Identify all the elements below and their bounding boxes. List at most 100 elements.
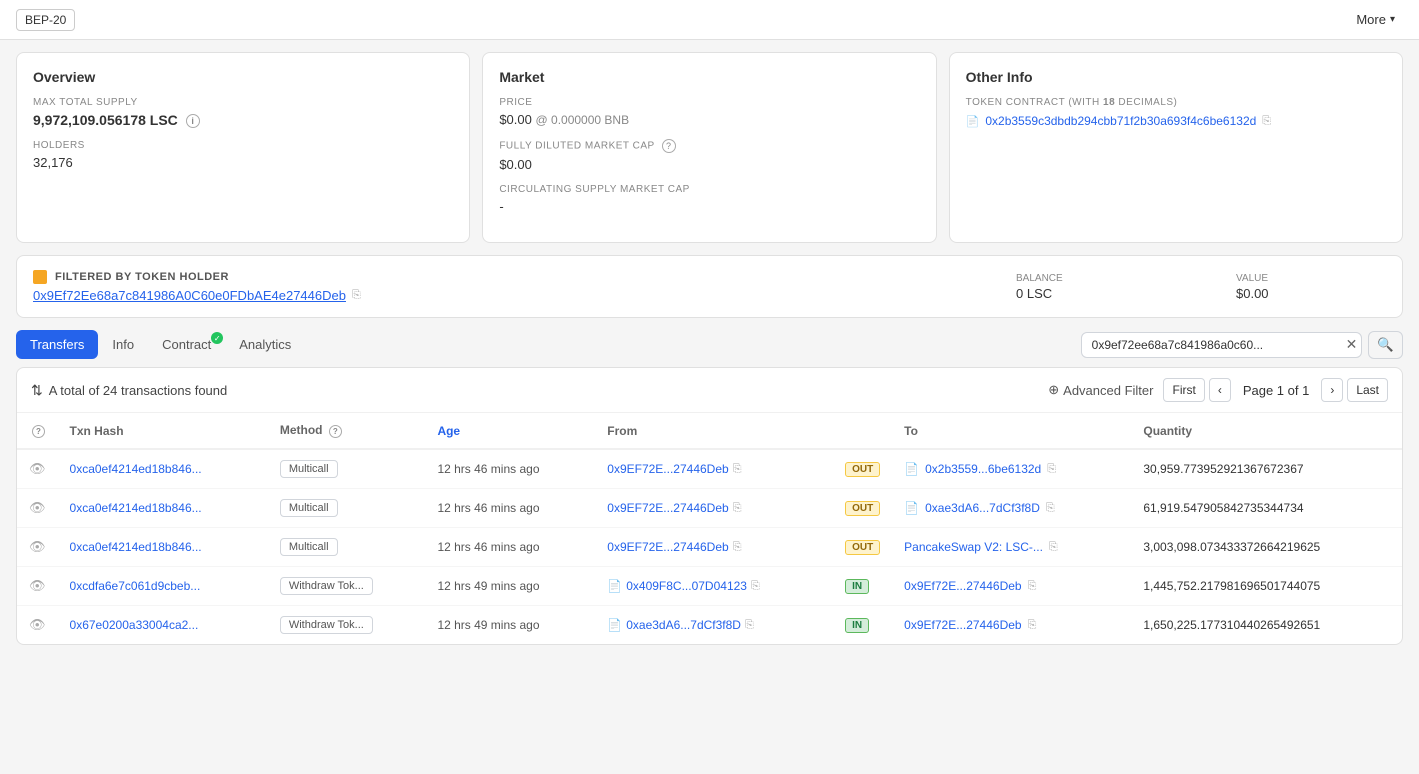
holders-label: HOLDERS xyxy=(33,140,453,151)
value-section: VALUE $0.00 xyxy=(1236,273,1386,301)
to-address-link[interactable]: 0x9Ef72E...27446Deb xyxy=(904,579,1021,593)
other-info-title: Other Info xyxy=(966,69,1386,85)
age-text: 12 hrs 46 mins ago xyxy=(437,540,539,554)
cards-row: Overview MAX TOTAL SUPPLY 9,972,109.0561… xyxy=(0,40,1419,255)
market-card: Market PRICE $0.00 @ 0.000000 BNB FULLY … xyxy=(482,52,936,243)
first-page-button[interactable]: First xyxy=(1163,378,1204,402)
clear-filter-button[interactable]: ✕ xyxy=(1342,336,1362,353)
filter-bar: FILTERED BY TOKEN HOLDER 0x9Ef72Ee68a7c8… xyxy=(16,255,1403,318)
from-copy-icon[interactable]: ⎘ xyxy=(745,619,754,632)
txn-hash-link[interactable]: 0xca0ef4214ed18b846... xyxy=(70,462,202,476)
search-button[interactable]: 🔍 xyxy=(1368,331,1403,359)
filter-label: FILTERED BY TOKEN HOLDER xyxy=(55,271,229,283)
prev-page-button[interactable]: ‹ xyxy=(1209,378,1231,402)
info-icon[interactable]: i xyxy=(186,114,200,128)
from-cell: 0x9EF72E...27446Deb ⎘ xyxy=(607,462,821,476)
more-button[interactable]: More ▾ xyxy=(1348,8,1403,31)
table-row: 👁 0xca0ef4214ed18b846... Multicall 12 hr… xyxy=(17,489,1402,528)
pagination: First ‹ Page 1 of 1 › Last xyxy=(1163,378,1388,402)
row-eye-icon[interactable]: 👁 xyxy=(29,578,46,593)
copy-icon[interactable]: ⎘ xyxy=(1262,115,1271,128)
row-eye-icon[interactable]: 👁 xyxy=(29,617,46,632)
to-copy-icon[interactable]: ⎘ xyxy=(1049,541,1058,554)
from-copy-icon[interactable]: ⎘ xyxy=(733,541,742,554)
from-copy-icon[interactable]: ⎘ xyxy=(733,463,742,476)
csmc-value: - xyxy=(499,199,919,214)
from-address-link[interactable]: 0x9EF72E...27446Deb xyxy=(607,540,728,554)
txn-hash-link[interactable]: 0xcdfa6e7c061d9cbeb... xyxy=(70,579,201,593)
filter-address-link[interactable]: 0x9Ef72Ee68a7c841986A0C60e0FDbAE4e27446D… xyxy=(33,288,346,303)
max-supply-label: MAX TOTAL SUPPLY xyxy=(33,97,453,108)
from-address-link[interactable]: 0x9EF72E...27446Deb xyxy=(607,462,728,476)
txn-hash-link[interactable]: 0xca0ef4214ed18b846... xyxy=(70,501,202,515)
row-eye-icon[interactable]: 👁 xyxy=(29,500,46,515)
direction-badge: OUT xyxy=(845,540,880,555)
from-copy-icon[interactable]: ⎘ xyxy=(733,502,742,515)
table-row: 👁 0xca0ef4214ed18b846... Multicall 12 hr… xyxy=(17,528,1402,567)
top-bar: BEP-20 More ▾ xyxy=(0,0,1419,40)
to-copy-icon[interactable]: ⎘ xyxy=(1047,463,1056,476)
balance-section: BALANCE 0 LSC xyxy=(1016,273,1216,301)
from-cell: 📄 0xae3dA6...7dCf3f8D ⎘ xyxy=(607,618,821,632)
row-eye-icon[interactable]: 👁 xyxy=(29,539,46,554)
transactions-table: ? Txn Hash Method ? Age From To xyxy=(17,413,1402,644)
quantity-value: 61,919.547905842735344734 xyxy=(1143,501,1303,515)
from-cell: 0x9EF72E...27446Deb ⎘ xyxy=(607,501,821,515)
page-info: Page 1 of 1 xyxy=(1235,379,1318,402)
max-supply-value: 9,972,109.056178 LSC i xyxy=(33,112,453,128)
market-title: Market xyxy=(499,69,919,85)
to-address-link[interactable]: PancakeSwap V2: LSC-... xyxy=(904,540,1043,554)
from-copy-icon[interactable]: ⎘ xyxy=(751,580,760,593)
csmc-label: CIRCULATING SUPPLY MARKET CAP xyxy=(499,184,919,195)
col-from: From xyxy=(595,413,833,449)
table-header-row: ⇅ A total of 24 transactions found ⊕ Adv… xyxy=(17,368,1402,413)
txn-hash-link[interactable]: 0xca0ef4214ed18b846... xyxy=(70,540,202,554)
from-address-link[interactable]: 0x9EF72E...27446Deb xyxy=(607,501,728,515)
age-text: 12 hrs 46 mins ago xyxy=(437,462,539,476)
tab-info[interactable]: Info xyxy=(98,330,148,359)
next-page-button[interactable]: › xyxy=(1321,378,1343,402)
price-value: $0.00 @ 0.000000 BNB xyxy=(499,112,919,127)
contract-address-link[interactable]: 0x2b3559c3dbdb294cbb71f2b30a693f4c6be613… xyxy=(985,114,1256,128)
chevron-down-icon: ▾ xyxy=(1390,14,1395,25)
to-copy-icon[interactable]: ⎘ xyxy=(1046,502,1055,515)
fdmc-help-icon[interactable]: ? xyxy=(662,139,676,153)
tab-contract[interactable]: Contract ✓ xyxy=(148,330,225,359)
method-badge: Withdraw Tok... xyxy=(280,616,373,634)
to-copy-icon[interactable]: ⎘ xyxy=(1028,580,1037,593)
overview-title: Overview xyxy=(33,69,453,85)
tab-transfers[interactable]: Transfers xyxy=(16,330,98,359)
last-page-button[interactable]: Last xyxy=(1347,378,1388,402)
filter-funnel-icon: ⊕ xyxy=(1048,382,1059,398)
direction-badge: IN xyxy=(845,579,869,594)
method-badge: Multicall xyxy=(280,460,338,478)
to-cell: 0x9Ef72E...27446Deb ⎘ xyxy=(904,618,1119,632)
from-address-link[interactable]: 0x409F8C...07D04123 xyxy=(626,579,747,593)
to-copy-icon[interactable]: ⎘ xyxy=(1028,619,1037,632)
table-row: 👁 0xcdfa6e7c061d9cbeb... Withdraw Tok...… xyxy=(17,567,1402,606)
to-cell: 📄 0xae3dA6...7dCf3f8D ⎘ xyxy=(904,501,1119,515)
txn-hash-link[interactable]: 0x67e0200a33004ca2... xyxy=(70,618,199,632)
help-icon[interactable]: ? xyxy=(32,425,45,438)
tab-analytics[interactable]: Analytics xyxy=(225,330,305,359)
method-help-icon[interactable]: ? xyxy=(329,425,342,438)
table-container: ⇅ A total of 24 transactions found ⊕ Adv… xyxy=(16,367,1403,645)
filter-copy-icon[interactable]: ⎘ xyxy=(352,289,361,302)
to-address-link[interactable]: 0x9Ef72E...27446Deb xyxy=(904,618,1021,632)
to-address-link[interactable]: 0xae3dA6...7dCf3f8D xyxy=(925,501,1040,515)
col-quantity: Quantity xyxy=(1131,413,1402,449)
advanced-filter-button[interactable]: ⊕ Advanced Filter xyxy=(1048,382,1153,398)
tabs-row: Transfers Info Contract ✓ Analytics ✕ 🔍 xyxy=(0,330,1419,367)
from-cell: 0x9EF72E...27446Deb ⎘ xyxy=(607,540,821,554)
contract-verified-badge: ✓ xyxy=(211,332,223,344)
search-filter-area: ✕ 🔍 xyxy=(1081,331,1403,359)
to-cell: 📄 0x2b3559...6be6132d ⎘ xyxy=(904,462,1119,476)
holders-value: 32,176 xyxy=(33,155,453,170)
from-address-link[interactable]: 0xae3dA6...7dCf3f8D xyxy=(626,618,741,632)
fdmc-label: FULLY DILUTED MARKET CAP ? xyxy=(499,139,919,153)
age-text: 12 hrs 49 mins ago xyxy=(437,579,539,593)
to-address-link[interactable]: 0x2b3559...6be6132d xyxy=(925,462,1041,476)
row-eye-icon[interactable]: 👁 xyxy=(29,461,46,476)
fdmc-value: $0.00 xyxy=(499,157,919,172)
address-filter-input[interactable] xyxy=(1082,333,1342,357)
